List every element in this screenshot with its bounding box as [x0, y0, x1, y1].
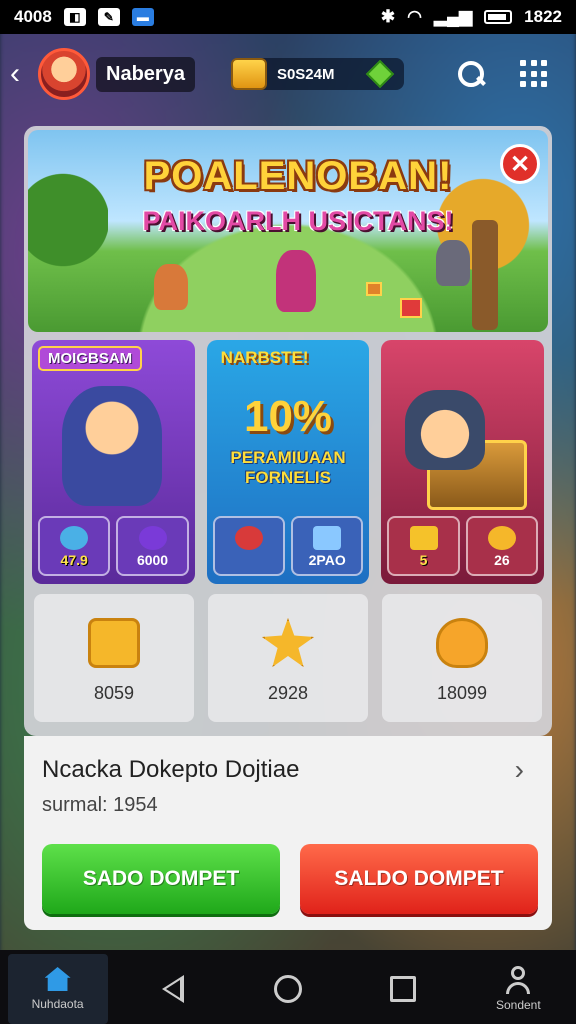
status-time: 1822 [524, 7, 562, 26]
system-nav-bar: Nuhdaota Sondent [0, 950, 576, 1024]
back-triangle-icon [161, 975, 184, 1003]
stat-tiles: 8059 2928 18099 [34, 594, 542, 722]
circle-home-icon [273, 975, 302, 1003]
character-icon [60, 526, 89, 550]
tile-value: 18099 [436, 683, 488, 703]
promo-banner[interactable]: POALENOBAN! PAIKOARLH USICTANS! ✕ [28, 130, 548, 332]
car-icon [234, 526, 263, 550]
back-arrow-icon[interactable]: ‹ [10, 57, 34, 91]
primary-wallet-button[interactable]: SADO DOMPET [42, 844, 280, 914]
tree-trunk [472, 220, 498, 330]
hero-character [405, 390, 486, 470]
card-label: NARBSTE! [220, 348, 309, 367]
nav-recents[interactable] [353, 954, 453, 1024]
recents-square-icon [390, 976, 417, 1002]
stat-tile[interactable]: 8059 [34, 594, 194, 722]
orb-icon [138, 526, 167, 550]
bluetooth-icon: ✱ [380, 7, 396, 26]
app-notification-icon: ▬ [131, 8, 154, 26]
gem-icon [366, 59, 395, 89]
reward-value: 5 [419, 552, 428, 568]
secondary-wallet-button[interactable]: SALDO DOMPET [300, 844, 538, 914]
character-figure [154, 264, 188, 310]
nav-profile-label: Sondent [495, 998, 541, 1012]
gold-chest-icon [230, 58, 267, 90]
stat-tile[interactable]: 18099 [382, 594, 542, 722]
reward-value: 2PAO [308, 552, 346, 568]
reward-value: 6000 [136, 552, 169, 568]
reward-chip[interactable]: 6000 [116, 516, 189, 576]
star-face-icon [262, 618, 314, 667]
bottom-sheet: Ncacka Dokepto Dojtiae › surmal: 1954 SA… [24, 736, 552, 930]
top-nav: ‹ Naberya S0S24M [0, 38, 576, 110]
nav-home-label: Nuhdaota [31, 997, 84, 1011]
character-figure [436, 240, 470, 286]
promo-text-line: FORNELIS [245, 468, 331, 488]
stat-tile[interactable]: 2928 [208, 594, 368, 722]
offer-card[interactable]: 5 26 [381, 340, 545, 584]
close-icon[interactable]: ✕ [500, 144, 540, 184]
search-icon[interactable] [456, 59, 486, 89]
grid-menu-icon[interactable] [520, 60, 548, 88]
nav-home[interactable]: Nuhdaota [7, 954, 108, 1024]
reward-chip[interactable]: 2PAO [291, 516, 364, 576]
card-label: MOIGBSAM [38, 346, 143, 371]
reward-value: 47.9 [60, 552, 88, 568]
sheet-subtitle: surmal: 1954 [42, 794, 158, 816]
status-bar: 4008 ◧ ✎ ▬ ✱ ◠ ▂▄▆ 1822 [0, 0, 576, 34]
banner-title: POALENOBAN! [143, 154, 453, 198]
hero-character [62, 386, 162, 506]
candy-icon [487, 526, 516, 550]
signal-icon: ▂▄▆ [433, 7, 473, 26]
main-panel: POALENOBAN! PAIKOARLH USICTANS! ✕ MOIGBS… [24, 126, 552, 736]
battery-icon [484, 10, 513, 24]
tile-value: 2928 [267, 683, 309, 703]
banner-subtitle: PAIKOARLH USICTANS! [142, 206, 454, 236]
reward-value: 26 [494, 552, 510, 568]
promo-headline: 10% [243, 392, 333, 441]
offer-cards: MOIGBSAM 47.9 6000 NARBSTE! 10% PERAMIUA… [32, 340, 545, 584]
gold-bar-icon [409, 526, 438, 550]
reward-chip[interactable]: 26 [465, 516, 539, 576]
avatar[interactable] [38, 48, 90, 100]
reward-chip[interactable] [212, 516, 286, 576]
gift-icon [400, 298, 422, 318]
home-icon [44, 967, 71, 991]
reward-chip[interactable]: 5 [387, 516, 460, 576]
nav-home-circle[interactable] [238, 954, 338, 1024]
notification-icon: ◧ [63, 8, 86, 26]
offer-card[interactable]: MOIGBSAM 47.9 6000 [32, 340, 195, 584]
crate-icon [313, 526, 342, 550]
reward-chip[interactable]: 47.9 [38, 516, 111, 576]
nav-back[interactable] [123, 954, 223, 1024]
character-figure [276, 250, 316, 312]
offer-card[interactable]: NARBSTE! 10% PERAMIUAAN FORNELIS 2PAO [206, 340, 370, 584]
blob-face-icon [436, 618, 488, 668]
username: Naberya [96, 56, 195, 92]
sheet-title[interactable]: Ncacka Dokepto Dojtiae [42, 756, 299, 784]
status-left-text: 4008 [14, 7, 52, 26]
edit-notification-icon: ✎ [97, 8, 120, 26]
square-face-icon [88, 618, 140, 668]
wifi-icon: ◠ [407, 7, 422, 26]
person-icon [505, 966, 531, 994]
chevron-right-icon[interactable]: › [515, 754, 524, 786]
tree-decoration [28, 150, 108, 290]
promo-text-line: PERAMIUAAN [230, 448, 346, 467]
tile-value: 8059 [93, 683, 135, 703]
nav-profile[interactable]: Sondent [468, 954, 568, 1024]
currency-display[interactable]: S0S24M [230, 58, 405, 90]
gift-icon [366, 282, 382, 296]
promo-text: PERAMIUAAN FORNELIS [207, 448, 370, 489]
currency-amount: S0S24M [276, 65, 335, 83]
